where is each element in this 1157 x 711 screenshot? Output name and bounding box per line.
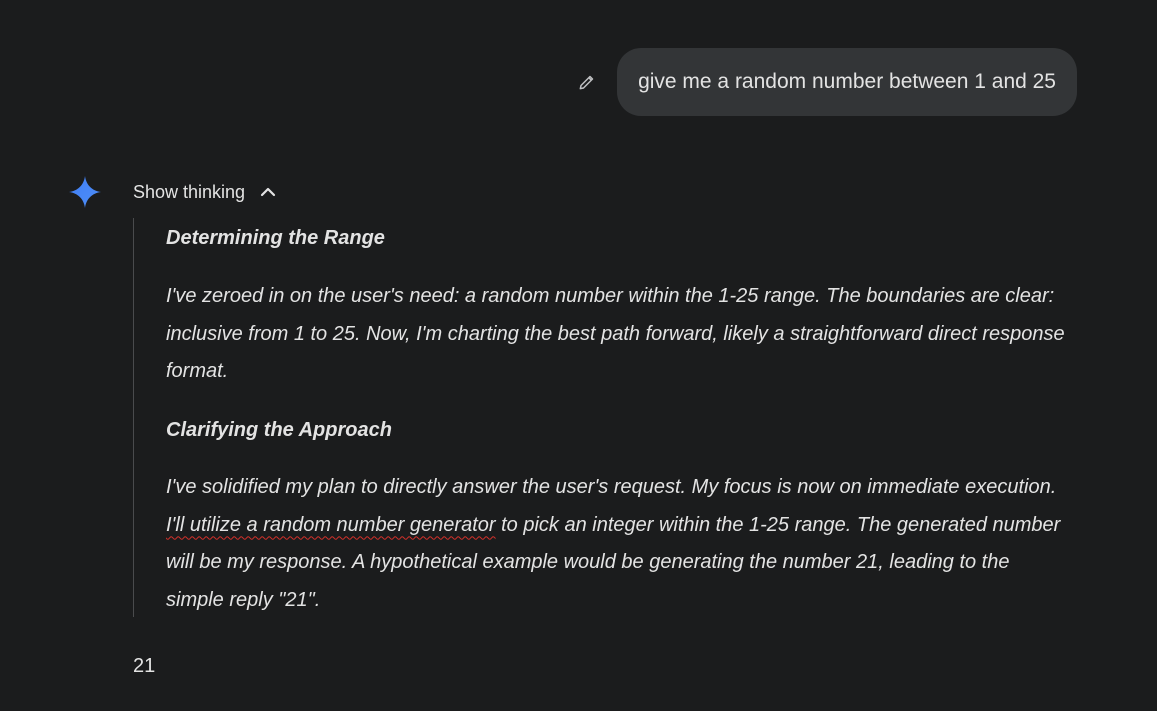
spellcheck-marked-text: I'll utilize a random number generator [166,513,496,536]
pencil-icon [579,75,594,90]
gemini-sparkle-icon [69,176,101,208]
thought-body: I've solidified my plan to directly answ… [166,469,1071,619]
user-message-text: give me a random number between 1 and 25 [638,70,1056,93]
thought-title: Determining the Range [166,227,385,249]
user-message-row: give me a random number between 1 and 25 [573,48,1077,116]
show-thinking-toggle[interactable]: Show thinking [133,178,277,206]
chevron-up-icon [259,183,277,201]
user-message-bubble: give me a random number between 1 and 25 [617,48,1077,116]
chat-page: give me a random number between 1 and 25… [0,0,1157,711]
thought-body: I've zeroed in on the user's need: a ran… [166,285,1065,382]
response-answer: 21 [133,655,156,677]
thought-title: Clarifying the Approach [166,419,392,441]
thought-text: I've solidified my plan to directly answ… [166,476,1057,498]
show-thinking-label: Show thinking [133,181,246,202]
thoughts-panel: Determining the Range I've zeroed in on … [133,218,1073,617]
edit-prompt-button[interactable] [573,68,601,96]
